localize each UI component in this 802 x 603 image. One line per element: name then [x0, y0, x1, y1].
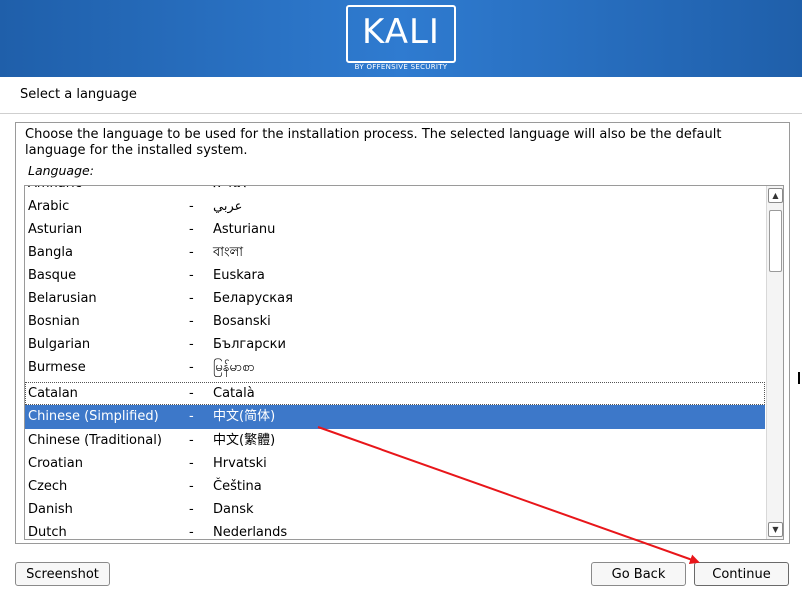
language-option[interactable]: Arabic - عربي — [25, 195, 765, 218]
language-name: Arabic — [28, 199, 70, 214]
language-option[interactable]: Bosnian - Bosanski — [25, 310, 765, 333]
language-native-name: Български — [213, 337, 286, 352]
language-native-name: বাংলা — [213, 245, 244, 260]
language-option[interactable]: Asturian - Asturianu — [25, 218, 765, 241]
language-name: Bosnian — [28, 314, 80, 329]
language-separator: - — [189, 222, 194, 237]
language-separator: - — [189, 433, 194, 448]
language-native-name: Dansk — [213, 502, 254, 517]
language-native-name: Беларуская — [213, 291, 293, 306]
header-banner: KALI BY OFFENSIVE SECURITY — [0, 0, 802, 77]
go-back-button[interactable]: Go Back — [591, 562, 686, 586]
language-separator: - — [189, 314, 194, 329]
language-separator: - — [189, 199, 194, 214]
language-name: Dutch — [28, 525, 67, 540]
instruction-text: Choose the language to be used for the i… — [25, 127, 722, 158]
language-name: Belarusian — [28, 291, 97, 306]
logo-text: KALI — [362, 12, 440, 52]
edge-mark — [798, 372, 800, 384]
language-option[interactable]: Chinese (Simplified) - 中文(简体) — [25, 405, 765, 429]
language-option[interactable]: Basque - Euskara — [25, 264, 765, 287]
language-native-name: မြန်မာစာ — [213, 360, 255, 375]
language-name: Chinese (Simplified) — [28, 409, 159, 424]
language-name: Czech — [28, 479, 68, 494]
language-separator: - — [189, 502, 194, 517]
scroll-up-icon[interactable]: ▲ — [768, 188, 783, 203]
language-option[interactable]: Danish - Dansk — [25, 498, 765, 521]
language-name: Asturian — [28, 222, 83, 237]
scrollbar-thumb[interactable] — [769, 210, 782, 272]
language-name: Catalan — [28, 386, 78, 401]
language-rows: Amharic-አማርኛArabic-عربيAsturian-Asturian… — [25, 186, 765, 540]
language-native-name: Català — [213, 386, 255, 401]
language-separator: - — [189, 337, 194, 352]
language-native-name: Bosanski — [213, 314, 271, 329]
language-option[interactable]: Amharic - አማርኛ — [25, 186, 765, 195]
language-option[interactable]: Burmese - မြန်မာစာ — [25, 356, 765, 379]
title-divider — [0, 113, 802, 114]
content-panel: Choose the language to be used for the i… — [15, 122, 790, 544]
logo-subtitle: BY OFFENSIVE SECURITY — [354, 63, 448, 71]
language-native-name: 中文(简体) — [213, 409, 276, 424]
language-option[interactable]: Bulgarian - Български — [25, 333, 765, 356]
language-separator: - — [189, 525, 194, 540]
screenshot-button[interactable]: Screenshot — [15, 562, 110, 586]
language-name: Basque — [28, 268, 77, 283]
scroll-down-icon[interactable]: ▼ — [768, 522, 783, 537]
language-name: Burmese — [28, 360, 86, 375]
language-native-name: Nederlands — [213, 525, 288, 540]
language-separator: - — [189, 186, 194, 195]
language-name: Croatian — [28, 456, 83, 471]
language-separator: - — [189, 360, 194, 375]
language-option[interactable]: Belarusian - Беларуская — [25, 287, 765, 310]
language-option[interactable]: Croatian - Hrvatski — [25, 452, 765, 475]
kali-logo: KALI BY OFFENSIVE SECURITY — [346, 5, 456, 73]
language-separator: - — [189, 386, 194, 401]
language-listbox[interactable]: Amharic-አማርኛArabic-عربيAsturian-Asturian… — [24, 185, 784, 540]
language-native-name: 中文(繁體) — [213, 433, 276, 448]
language-native-name: Euskara — [213, 268, 265, 283]
language-name: Chinese (Traditional) — [28, 433, 162, 448]
language-separator: - — [189, 409, 194, 424]
language-option[interactable]: Catalan - Català — [25, 382, 765, 405]
continue-button[interactable]: Continue — [694, 562, 789, 586]
language-name: Bangla — [28, 245, 73, 260]
language-option[interactable]: Bangla - বাংলা — [25, 241, 765, 264]
language-native-name: عربي — [213, 199, 243, 214]
language-list-label: Language: — [28, 163, 94, 178]
page-title: Select a language — [20, 87, 137, 102]
language-separator: - — [189, 245, 194, 260]
language-option[interactable]: Dutch - Nederlands — [25, 521, 765, 540]
language-native-name: Hrvatski — [213, 456, 267, 471]
vertical-scrollbar[interactable]: ▲ ▼ — [766, 186, 783, 539]
language-name: Danish — [28, 502, 73, 517]
language-separator: - — [189, 456, 194, 471]
language-option[interactable]: Chinese (Traditional) - 中文(繁體) — [25, 429, 765, 452]
language-separator: - — [189, 268, 194, 283]
language-name: Bulgarian — [28, 337, 91, 352]
language-separator: - — [189, 291, 194, 306]
language-native-name: አማርኛ — [213, 186, 249, 195]
language-native-name: Asturianu — [213, 222, 276, 237]
language-native-name: Čeština — [213, 479, 262, 494]
language-name: Amharic — [28, 186, 82, 195]
language-option[interactable]: Czech - Čeština — [25, 475, 765, 498]
language-separator: - — [189, 479, 194, 494]
